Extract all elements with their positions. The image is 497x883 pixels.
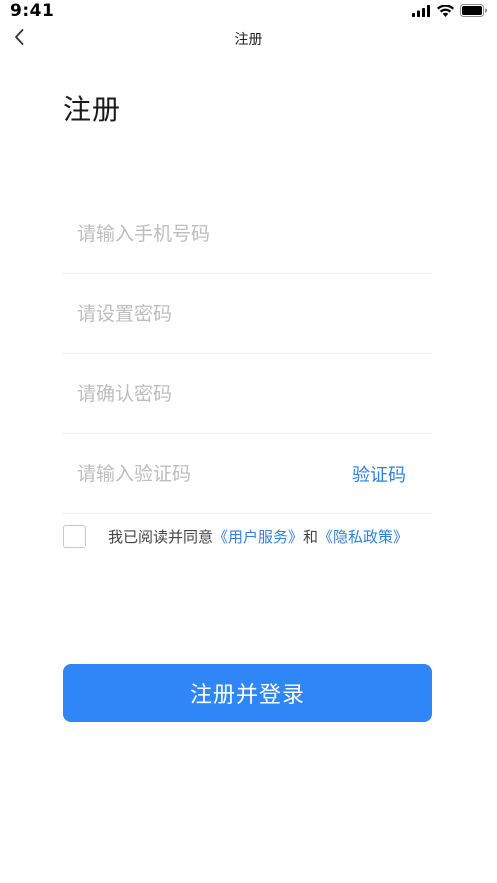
- page-title: 注册: [63, 93, 122, 126]
- signal-icon: [412, 2, 431, 21]
- phone-field-row: [63, 194, 432, 274]
- confirm-password-input[interactable]: [77, 380, 347, 408]
- password-field-row: [63, 274, 432, 354]
- status-bar: 9:41: [0, 0, 497, 22]
- get-code-button[interactable]: 验证码: [352, 461, 406, 487]
- nav-bar: 注册: [0, 22, 497, 56]
- password-input[interactable]: [77, 300, 347, 328]
- status-icons: [412, 2, 487, 21]
- user-service-link[interactable]: 《用户服务》: [213, 528, 303, 546]
- agreement-row: 我已阅读并同意《用户服务》和《隐私政策》: [63, 522, 463, 550]
- wifi-icon: [437, 2, 454, 21]
- privacy-policy-link[interactable]: 《隐私政策》: [318, 528, 408, 546]
- status-time: 9:41: [10, 1, 55, 21]
- agreement-prefix: 我已阅读并同意: [108, 527, 214, 546]
- code-field-row: 验证码: [63, 434, 432, 514]
- agreement-checkbox[interactable]: [63, 524, 86, 548]
- register-and-login-button[interactable]: 注册并登录: [63, 664, 432, 722]
- confirm-password-field-row: [63, 354, 432, 434]
- battery-icon: [460, 2, 487, 21]
- verification-code-input[interactable]: [77, 460, 347, 488]
- agreement-conjunction: 和: [303, 527, 319, 546]
- register-form: 验证码: [63, 194, 432, 514]
- nav-title: 注册: [234, 32, 263, 48]
- agreement-text: 我已阅读并同意《用户服务》和《隐私政策》: [108, 526, 408, 547]
- phone-input[interactable]: [77, 220, 347, 248]
